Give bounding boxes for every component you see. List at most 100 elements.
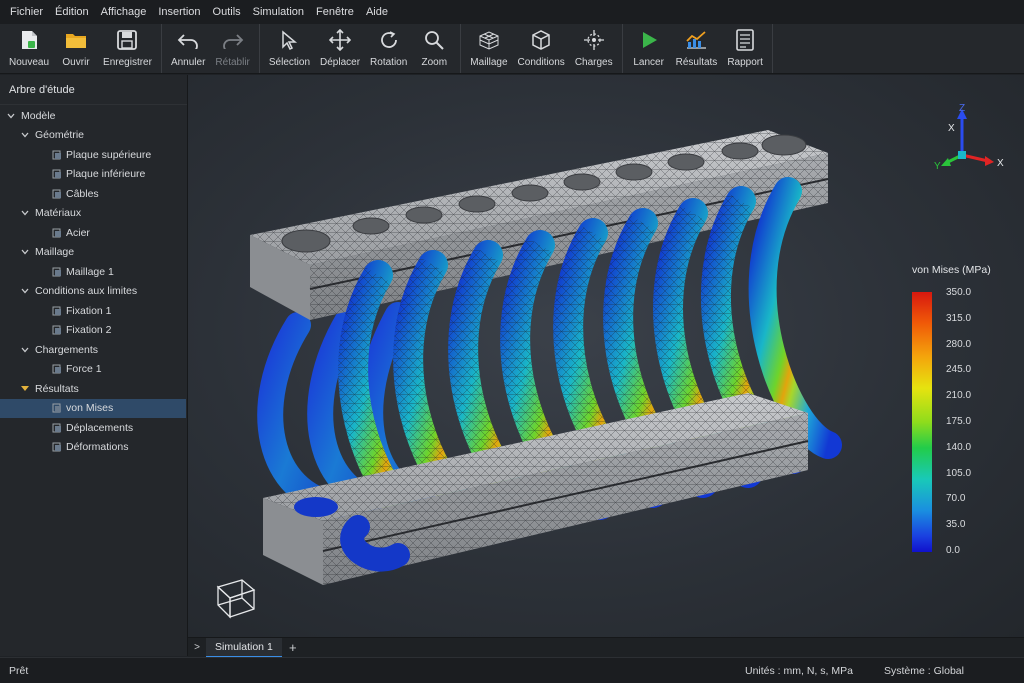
tree-item-icon — [52, 150, 62, 160]
tab-collapse-icon[interactable]: > — [188, 642, 206, 653]
toolbar-group-run: Lancer Résultats Rapport — [623, 24, 773, 73]
loads-icon — [583, 29, 605, 51]
triad-x-back-label: X — [948, 123, 955, 134]
tree-item-icon — [52, 267, 62, 277]
tree-item-icon — [52, 423, 62, 433]
tree-node-16[interactable]: Déplacements — [0, 418, 186, 437]
menu-item-2[interactable]: Affichage — [95, 0, 153, 24]
add-tab-button[interactable]: + — [282, 640, 304, 655]
toolbar-group-view: Sélection Déplacer Rotation Zoom — [260, 24, 462, 73]
3d-viewport[interactable]: Z X Y X — [188, 75, 1024, 637]
legend-tick-label: 0.0 — [946, 545, 960, 556]
cursor-icon — [278, 29, 300, 51]
chevron-down-icon[interactable] — [20, 345, 30, 355]
tree-node-9[interactable]: Conditions aux limites — [0, 282, 186, 301]
chevron-down-icon[interactable] — [20, 247, 30, 257]
tree-item-icon — [52, 306, 62, 316]
legend-tick-label: 140.0 — [946, 441, 972, 453]
tree-node-0[interactable]: Modèle — [0, 106, 186, 125]
view-cube-icon[interactable] — [216, 579, 256, 619]
chevron-down-icon[interactable] — [20, 286, 30, 296]
status-text: Prêt — [9, 665, 29, 677]
tree-node-4[interactable]: Câbles — [0, 184, 186, 203]
coordinate-system-status: Système : Global — [884, 665, 964, 677]
tree-node-label: Chargements — [35, 343, 99, 356]
tree-item-icon — [52, 364, 62, 374]
toolbar-label: Ouvrir — [62, 57, 90, 68]
toolbar-button-view-2[interactable]: Rotation — [365, 24, 412, 73]
toolbar: Nouveau Ouvrir Enregistrer Annuler Rétablir S… — [0, 24, 1024, 74]
legend-tick-label: 70.0 — [946, 493, 966, 505]
chevron-down-icon[interactable] — [20, 208, 30, 218]
tree-item-icon — [52, 403, 62, 413]
tree-node-7[interactable]: Maillage — [0, 243, 186, 262]
toolbar-button-setup-1[interactable]: Conditions — [513, 24, 570, 73]
tree-node-label: Maillage 1 — [66, 265, 114, 278]
toolbar-button-run-1[interactable]: Résultats — [671, 24, 723, 73]
menu-bar: Fichier Édition Affichage Insertion Outils Si… — [0, 0, 1024, 24]
play-icon — [638, 29, 660, 51]
toolbar-button-setup-2[interactable]: Charges — [570, 24, 618, 73]
mesh-icon — [478, 29, 500, 51]
chevron-down-icon[interactable] — [20, 384, 30, 394]
toolbar-button-file-2[interactable]: Enregistrer — [98, 24, 157, 73]
menu-item-3[interactable]: Insertion — [152, 0, 206, 24]
study-tree-panel: Arbre d'étude Modèle Géométrie Plaque supé… — [0, 75, 188, 656]
undo-icon — [177, 29, 199, 51]
toolbar-label: Sélection — [268, 57, 311, 68]
toolbar-label: Rétablir — [215, 57, 250, 68]
toolbar-button-edit-0[interactable]: Annuler — [166, 24, 210, 73]
tree-node-11[interactable]: Fixation 2 — [0, 321, 186, 340]
study-tree-title: Arbre d'étude — [0, 75, 187, 105]
toolbar-button-edit-1[interactable]: Rétablir — [210, 24, 254, 73]
menu-item-5[interactable]: Simulation — [247, 0, 310, 24]
chevron-down-icon[interactable] — [6, 111, 16, 121]
tree-node-8[interactable]: Maillage 1 — [0, 262, 186, 281]
tree-node-14[interactable]: Résultats — [0, 379, 186, 398]
folder-icon — [65, 29, 87, 51]
toolbar-label: Annuler — [170, 57, 206, 68]
toolbar-button-file-1[interactable]: Ouvrir — [54, 24, 98, 73]
tree-node-17[interactable]: Déformations — [0, 438, 186, 457]
toolbar-button-view-3[interactable]: Zoom — [412, 24, 456, 73]
tree-node-label: Déformations — [66, 441, 129, 453]
tree-node-12[interactable]: Chargements — [0, 340, 186, 359]
toolbar-button-view-0[interactable]: Sélection — [264, 24, 315, 73]
triad-y-label: Y — [934, 161, 941, 172]
legend-tick-label: 245.0 — [946, 364, 972, 376]
tree-node-label: Géométrie — [35, 129, 85, 141]
menu-item-0[interactable]: Fichier — [4, 0, 49, 24]
fea-model-view[interactable]: Z X Y X — [188, 75, 1024, 637]
chevron-down-icon[interactable] — [20, 130, 30, 140]
tree-node-label: Force 1 — [66, 363, 102, 375]
tree-node-5[interactable]: Matériaux — [0, 204, 186, 223]
menu-item-6[interactable]: Fenêtre — [310, 0, 360, 24]
document-tab-bar: > Simulation 1 + — [188, 637, 1024, 658]
toolbar-button-file-0[interactable]: Nouveau — [4, 24, 54, 73]
toolbar-button-run-2[interactable]: Rapport — [722, 24, 768, 73]
chart-icon — [685, 29, 707, 51]
toolbar-button-view-1[interactable]: Déplacer — [315, 24, 365, 73]
toolbar-label: Nouveau — [9, 57, 50, 68]
tree-node-label: Résultats — [35, 382, 79, 395]
menu-item-4[interactable]: Outils — [207, 0, 247, 24]
toolbar-label: Déplacer — [320, 57, 361, 68]
tree-node-2[interactable]: Plaque supérieure — [0, 145, 186, 164]
tree-node-label: Fixation 2 — [66, 324, 112, 336]
toolbar-group-file: Nouveau Ouvrir Enregistrer — [0, 24, 162, 73]
status-bar: Prêt Unités : mm, N, s, MPa Système : Gl… — [0, 657, 1024, 683]
toolbar-button-run-0[interactable]: Lancer — [627, 24, 671, 73]
menu-item-7[interactable]: Aide — [360, 0, 394, 24]
menu-item-1[interactable]: Édition — [49, 0, 95, 24]
tree-node-10[interactable]: Fixation 1 — [0, 301, 186, 320]
tree-node-1[interactable]: Géométrie — [0, 126, 186, 145]
redo-icon — [222, 29, 244, 51]
tree-item-icon — [52, 169, 62, 179]
tree-node-3[interactable]: Plaque inférieure — [0, 165, 186, 184]
tree-node-6[interactable]: Acier — [0, 223, 186, 242]
tree-node-13[interactable]: Force 1 — [0, 360, 186, 379]
tree-node-15[interactable]: von Mises — [0, 398, 186, 418]
toolbar-button-setup-0[interactable]: Maillage — [465, 24, 512, 73]
legend-tick-label: 175.0 — [946, 416, 972, 427]
tab-simulation-1[interactable]: Simulation 1 — [206, 637, 282, 658]
